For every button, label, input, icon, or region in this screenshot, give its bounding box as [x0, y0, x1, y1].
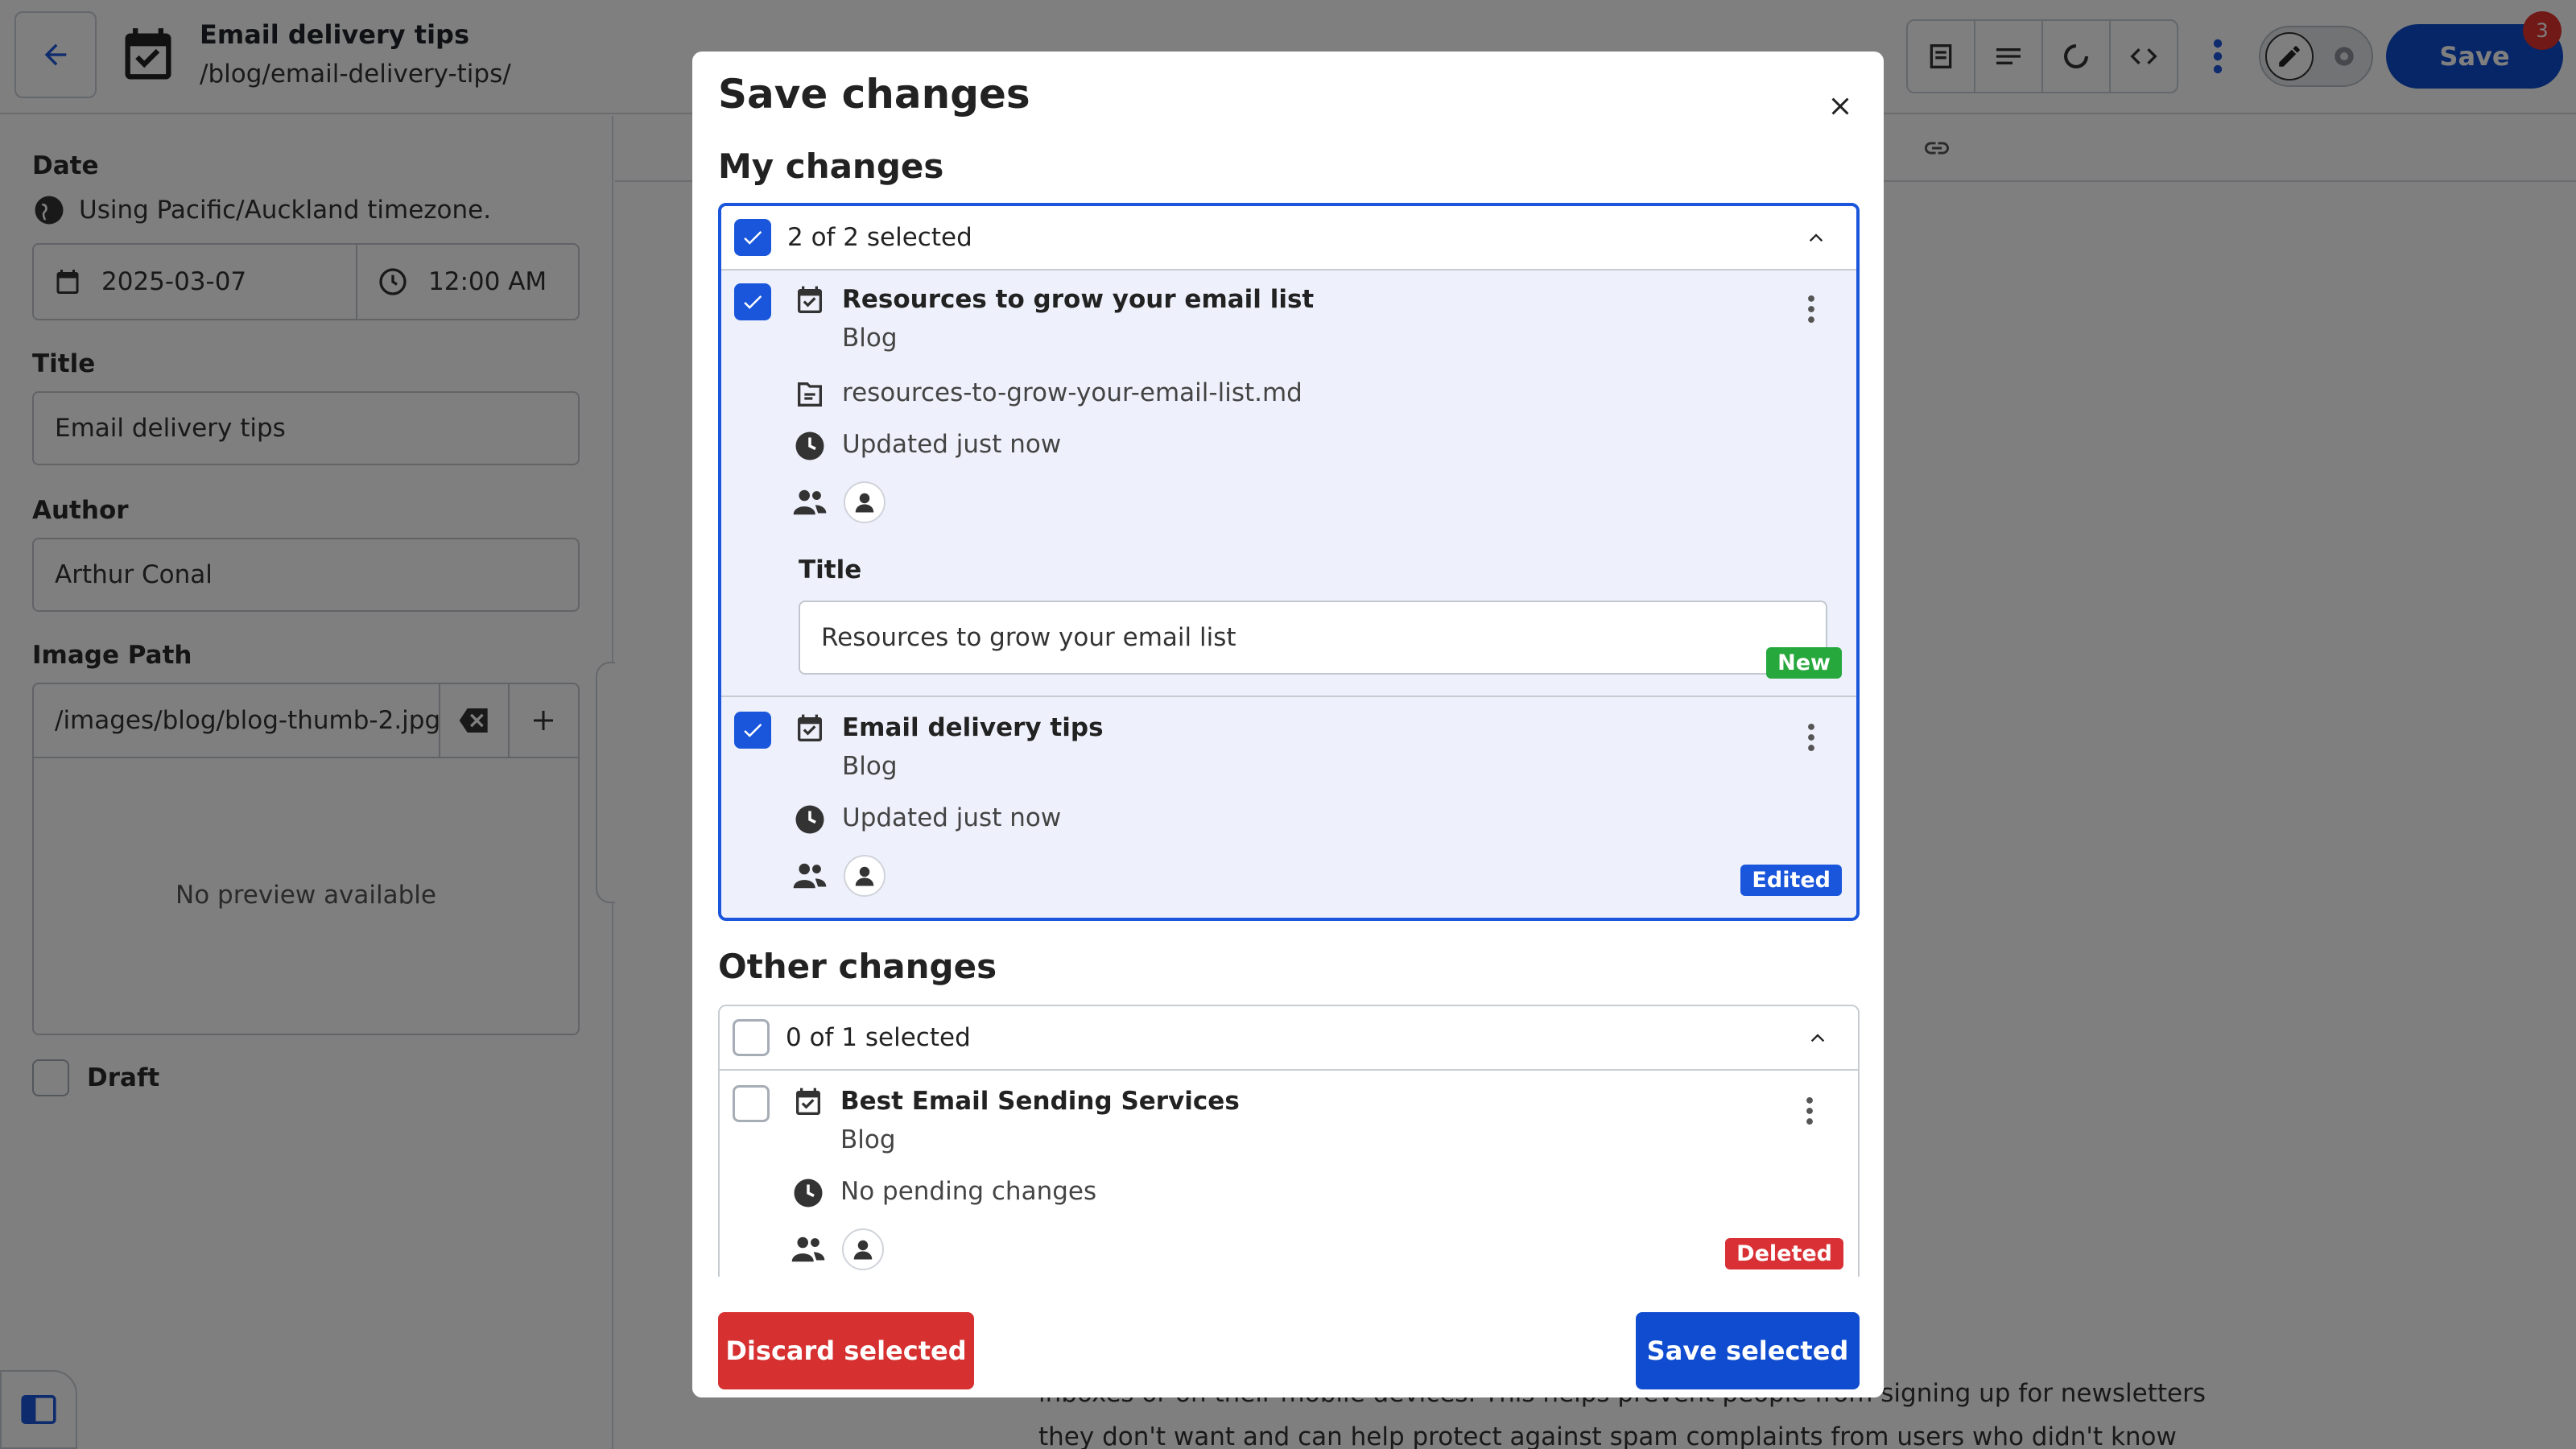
- avatar: [844, 855, 886, 897]
- item-title: Email delivery tips: [842, 713, 1104, 742]
- more-vertical-icon: [1808, 295, 1814, 324]
- change-item: Best Email Sending Services Blog No pend…: [720, 1071, 1858, 1312]
- select-all-other-changes-checkbox[interactable]: [733, 1019, 770, 1056]
- deleted-badge: Deleted: [1725, 1238, 1843, 1269]
- field-label: Title: [799, 555, 862, 584]
- item-status: Updated just now: [842, 430, 1062, 459]
- dialog-title: Save changes: [718, 71, 1030, 118]
- new-badge: New: [1766, 647, 1842, 679]
- item-collection: Blog: [840, 1125, 896, 1154]
- change-item: Email delivery tips Blog Updated just no…: [721, 697, 1856, 918]
- more-vertical-icon: [1808, 723, 1814, 752]
- item-title: Resources to grow your email list: [842, 285, 1315, 314]
- person-icon: [855, 493, 874, 513]
- title-field-value[interactable]: Resources to grow your email list: [799, 601, 1827, 675]
- item-title: Best Email Sending Services: [840, 1087, 1240, 1116]
- item-checkbox[interactable]: [734, 283, 771, 320]
- discard-selected-button[interactable]: Discard selected: [718, 1312, 974, 1389]
- check-icon: [744, 231, 762, 245]
- clock-icon: [792, 802, 828, 837]
- avatar: [844, 481, 886, 523]
- check-icon: [744, 724, 762, 737]
- item-status: No pending changes: [840, 1177, 1097, 1206]
- my-changes-summary: 2 of 2 selected: [787, 223, 972, 252]
- change-item: Resources to grow your email list Blog r…: [721, 270, 1856, 697]
- avatar: [842, 1228, 884, 1270]
- save-selected-button[interactable]: Save selected: [1636, 1312, 1860, 1389]
- close-button[interactable]: [1814, 80, 1866, 132]
- save-changes-dialog: Save changes My changes 2 of 2 selected …: [692, 52, 1884, 1397]
- item-menu-button[interactable]: [1795, 285, 1827, 333]
- person-icon: [855, 866, 874, 886]
- check-icon: [744, 295, 762, 309]
- select-all-my-changes-checkbox[interactable]: [734, 219, 771, 256]
- close-icon: [1831, 97, 1849, 115]
- edited-badge: Edited: [1740, 865, 1842, 896]
- my-changes-heading: My changes: [718, 147, 944, 186]
- calendar-check-icon: [792, 712, 828, 747]
- chevron-up-icon[interactable]: [1800, 221, 1832, 254]
- clock-icon: [791, 1175, 826, 1211]
- more-vertical-icon: [1806, 1096, 1813, 1125]
- item-menu-button[interactable]: [1795, 713, 1827, 762]
- users-icon: [791, 1232, 826, 1267]
- other-changes-summary: 0 of 1 selected: [786, 1023, 971, 1052]
- item-file: resources-to-grow-your-email-list.md: [842, 378, 1302, 407]
- item-checkbox[interactable]: [734, 712, 771, 749]
- item-collection: Blog: [842, 752, 898, 781]
- calendar-check-icon: [792, 283, 828, 319]
- my-changes-header[interactable]: 2 of 2 selected: [721, 206, 1856, 270]
- clock-icon: [792, 428, 828, 464]
- my-changes-group: 2 of 2 selected Resources to grow your e…: [718, 203, 1860, 921]
- item-status: Updated just now: [842, 803, 1062, 832]
- file-icon: [792, 377, 828, 412]
- item-checkbox[interactable]: [733, 1085, 770, 1122]
- item-collection: Blog: [842, 324, 898, 353]
- other-changes-header[interactable]: 0 of 1 selected: [720, 1006, 1858, 1071]
- users-icon: [792, 485, 828, 520]
- users-icon: [792, 858, 828, 894]
- item-menu-button[interactable]: [1794, 1087, 1826, 1135]
- calendar-check-icon: [791, 1085, 826, 1121]
- person-icon: [853, 1240, 873, 1260]
- other-changes-heading: Other changes: [718, 947, 997, 986]
- chevron-up-icon[interactable]: [1802, 1022, 1834, 1054]
- dialog-footer: Discard selected Save selected: [692, 1277, 1884, 1397]
